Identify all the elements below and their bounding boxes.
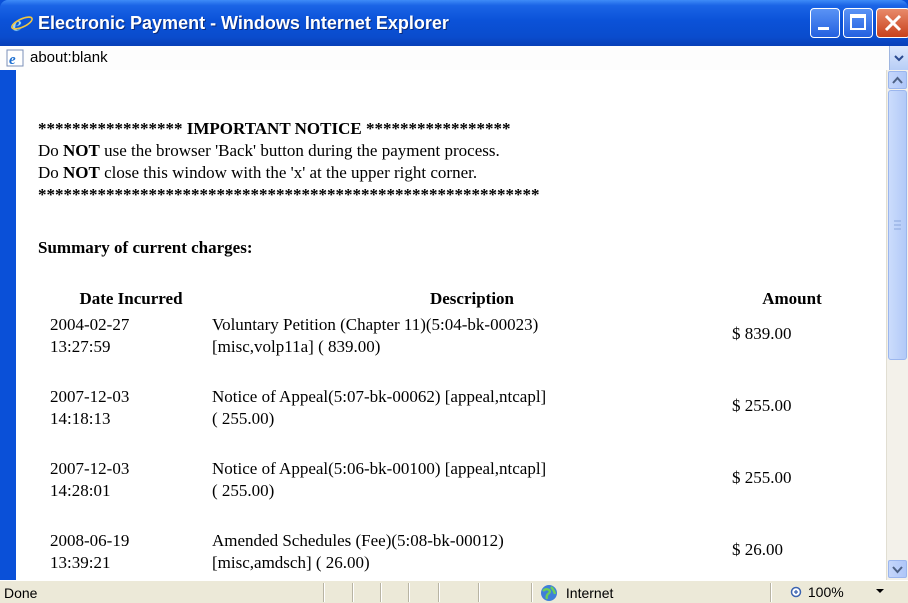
chevron-down-icon: [892, 566, 903, 574]
column-header-amount: Amount: [762, 289, 822, 308]
globe-icon: [541, 585, 557, 602]
description-code: [misc,amdsch] ( 26.00): [212, 553, 370, 572]
scrollbar-thumb[interactable]: [888, 90, 907, 360]
table-row: 2007-12-03 14:18:13 Notice of Appeal(5:07…: [36, 386, 852, 458]
description-code: ( 255.00): [212, 409, 275, 428]
status-divider: [352, 583, 354, 602]
window-title: Electronic Payment - Windows Internet Ex…: [38, 13, 449, 33]
notice-line2-text: close this window with the 'x' at the up…: [104, 163, 478, 182]
description-text: Notice of Appeal(5:06-bk-00100) [appeal,…: [212, 459, 547, 478]
grip-icon: [894, 220, 901, 230]
address-dropdown-button[interactable]: [889, 46, 908, 70]
notice-footer-stars: ****************************************…: [38, 185, 540, 204]
amount-cell: $ 839.00: [732, 324, 792, 343]
zoom-icon: [790, 587, 802, 598]
chevron-up-icon: [892, 76, 903, 84]
notice-line2-prefix: Do: [38, 163, 59, 182]
description-text: Voluntary Petition (Chapter 11)(5:04-bk-…: [212, 315, 539, 334]
notice-line2-bold: NOT: [63, 163, 100, 182]
notice-stars-left: *****************: [38, 119, 183, 138]
address-text[interactable]: about:blank: [30, 49, 108, 66]
table-row: 2007-12-03 14:28:01 Notice of Appeal(5:06…: [36, 458, 852, 530]
important-notice: ***************** IMPORTANT NOTICE *****…: [38, 118, 540, 206]
summary-heading: Summary of current charges:: [38, 238, 253, 257]
minimize-button[interactable]: [810, 8, 840, 38]
security-zone[interactable]: Internet: [540, 584, 613, 602]
notice-line-close-window: Do NOT close this window with the 'x' at…: [38, 162, 540, 184]
description-cell: Voluntary Petition (Chapter 11)(5:04-bk-…: [212, 314, 732, 386]
description-code: ( 255.00): [212, 481, 275, 500]
column-header-date: Date Incurred: [79, 289, 183, 308]
notice-line1-prefix: Do: [38, 141, 59, 160]
zoom-level: 100%: [807, 584, 844, 600]
date-cell: 2007-12-03 14:18:13: [36, 386, 212, 458]
amount-cell: $ 255.00: [732, 468, 792, 487]
date-text: 2007-12-03: [50, 459, 130, 478]
close-icon: [884, 14, 902, 32]
notice-line1-text: use the browser 'Back' button during the…: [104, 141, 500, 160]
table-row: 2004-02-27 13:27:59 Voluntary Petition (C…: [36, 314, 852, 386]
notice-line-back-button: Do NOT use the browser 'Back' button dur…: [38, 140, 540, 162]
minimize-icon: [818, 27, 829, 30]
internet-explorer-icon: e: [11, 11, 33, 35]
close-button[interactable]: [876, 8, 908, 38]
time-text: 13:39:21: [50, 553, 111, 572]
date-cell: 2008-06-19 13:39:21: [36, 530, 212, 580]
window-left-border: [0, 70, 16, 580]
description-cell: Notice of Appeal(5:07-bk-00062) [appeal,…: [212, 386, 732, 458]
chevron-down-icon: [894, 55, 904, 62]
status-divider: [478, 583, 480, 602]
status-divider: [438, 583, 440, 602]
status-text: Done: [4, 585, 38, 601]
title-bar[interactable]: e Electronic Payment - Windows Internet …: [0, 0, 908, 46]
status-bar: Done Internet 100%: [0, 580, 908, 603]
time-text: 14:18:13: [50, 409, 111, 428]
column-header-description: Description: [429, 289, 515, 308]
table-header-row: Date Incurred Description Amount: [36, 284, 852, 314]
maximize-icon: [850, 14, 866, 30]
zoom-dropdown-icon[interactable]: [874, 585, 886, 597]
notice-title: IMPORTANT NOTICE: [186, 119, 362, 138]
date-text: 2004-02-27: [50, 315, 130, 334]
description-text: Amended Schedules (Fee)(5:08-bk-00012): [212, 531, 504, 550]
maximize-button[interactable]: [843, 8, 873, 38]
date-cell: 2007-12-03 14:28:01: [36, 458, 212, 530]
page-content: ***************** IMPORTANT NOTICE *****…: [16, 70, 886, 580]
notice-line1-bold: NOT: [63, 141, 100, 160]
page-icon: e: [6, 49, 24, 67]
notice-footer: ****************************************…: [38, 184, 540, 206]
description-cell: Amended Schedules (Fee)(5:08-bk-00012) [m…: [212, 530, 732, 580]
time-text: 13:27:59: [50, 337, 111, 356]
description-text: Notice of Appeal(5:07-bk-00062) [appeal,…: [212, 387, 547, 406]
time-text: 14:28:01: [50, 481, 111, 500]
description-cell: Notice of Appeal(5:06-bk-00100) [appeal,…: [212, 458, 732, 530]
amount-cell: $ 26.00: [732, 540, 783, 559]
browser-window: e Electronic Payment - Windows Internet …: [0, 0, 908, 603]
description-code: [misc,volp11a] ( 839.00): [212, 337, 381, 356]
date-text: 2008-06-19: [50, 531, 130, 550]
svg-text:e: e: [9, 52, 16, 67]
status-divider: [380, 583, 382, 602]
status-divider: [531, 583, 533, 602]
notice-header: ***************** IMPORTANT NOTICE *****…: [38, 118, 540, 140]
amount-cell: $ 255.00: [732, 396, 792, 415]
zone-label: Internet: [565, 585, 614, 602]
status-divider: [408, 583, 410, 602]
scroll-up-button[interactable]: [888, 71, 907, 89]
zoom-control[interactable]: 100%: [790, 584, 844, 600]
notice-stars-right: *****************: [365, 119, 511, 138]
status-divider: [770, 583, 772, 602]
table-row: 2008-06-19 13:39:21 Amended Schedules (Fe…: [36, 530, 852, 580]
date-text: 2007-12-03: [50, 387, 130, 406]
charges-table: Date Incurred Description Amount 2004-02…: [36, 284, 852, 580]
date-cell: 2004-02-27 13:27:59: [36, 314, 212, 386]
address-bar[interactable]: e about:blank: [0, 46, 908, 71]
status-divider: [323, 583, 325, 602]
scroll-down-button[interactable]: [888, 560, 907, 578]
vertical-scrollbar[interactable]: [886, 70, 908, 580]
